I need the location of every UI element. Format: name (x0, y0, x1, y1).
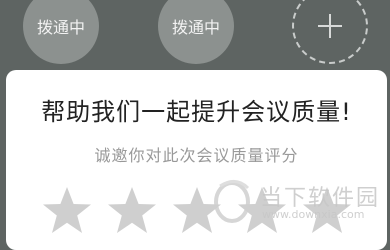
add-participant-button[interactable] (292, 0, 368, 64)
participant-avatar[interactable]: 拨通中 (23, 0, 99, 64)
participant-avatar[interactable]: 拨通中 (158, 0, 234, 64)
participants-row: 拨通中 拨通中 (0, 0, 390, 64)
watermark: 当下软件园 www.downxia.com (212, 178, 382, 230)
dialog-subtitle: 诚邀你对此次会议质量评分 (94, 146, 299, 165)
star-2-icon[interactable] (104, 184, 160, 240)
dialog-title: 帮助我们一起提升会议质量! (41, 98, 352, 126)
watermark-site: www.downxia.com (262, 208, 365, 221)
participant-status: 拨通中 (36, 18, 85, 37)
participant-status: 拨通中 (171, 18, 220, 37)
star-1-icon[interactable] (39, 184, 95, 240)
watermark-logo-icon (214, 180, 250, 223)
